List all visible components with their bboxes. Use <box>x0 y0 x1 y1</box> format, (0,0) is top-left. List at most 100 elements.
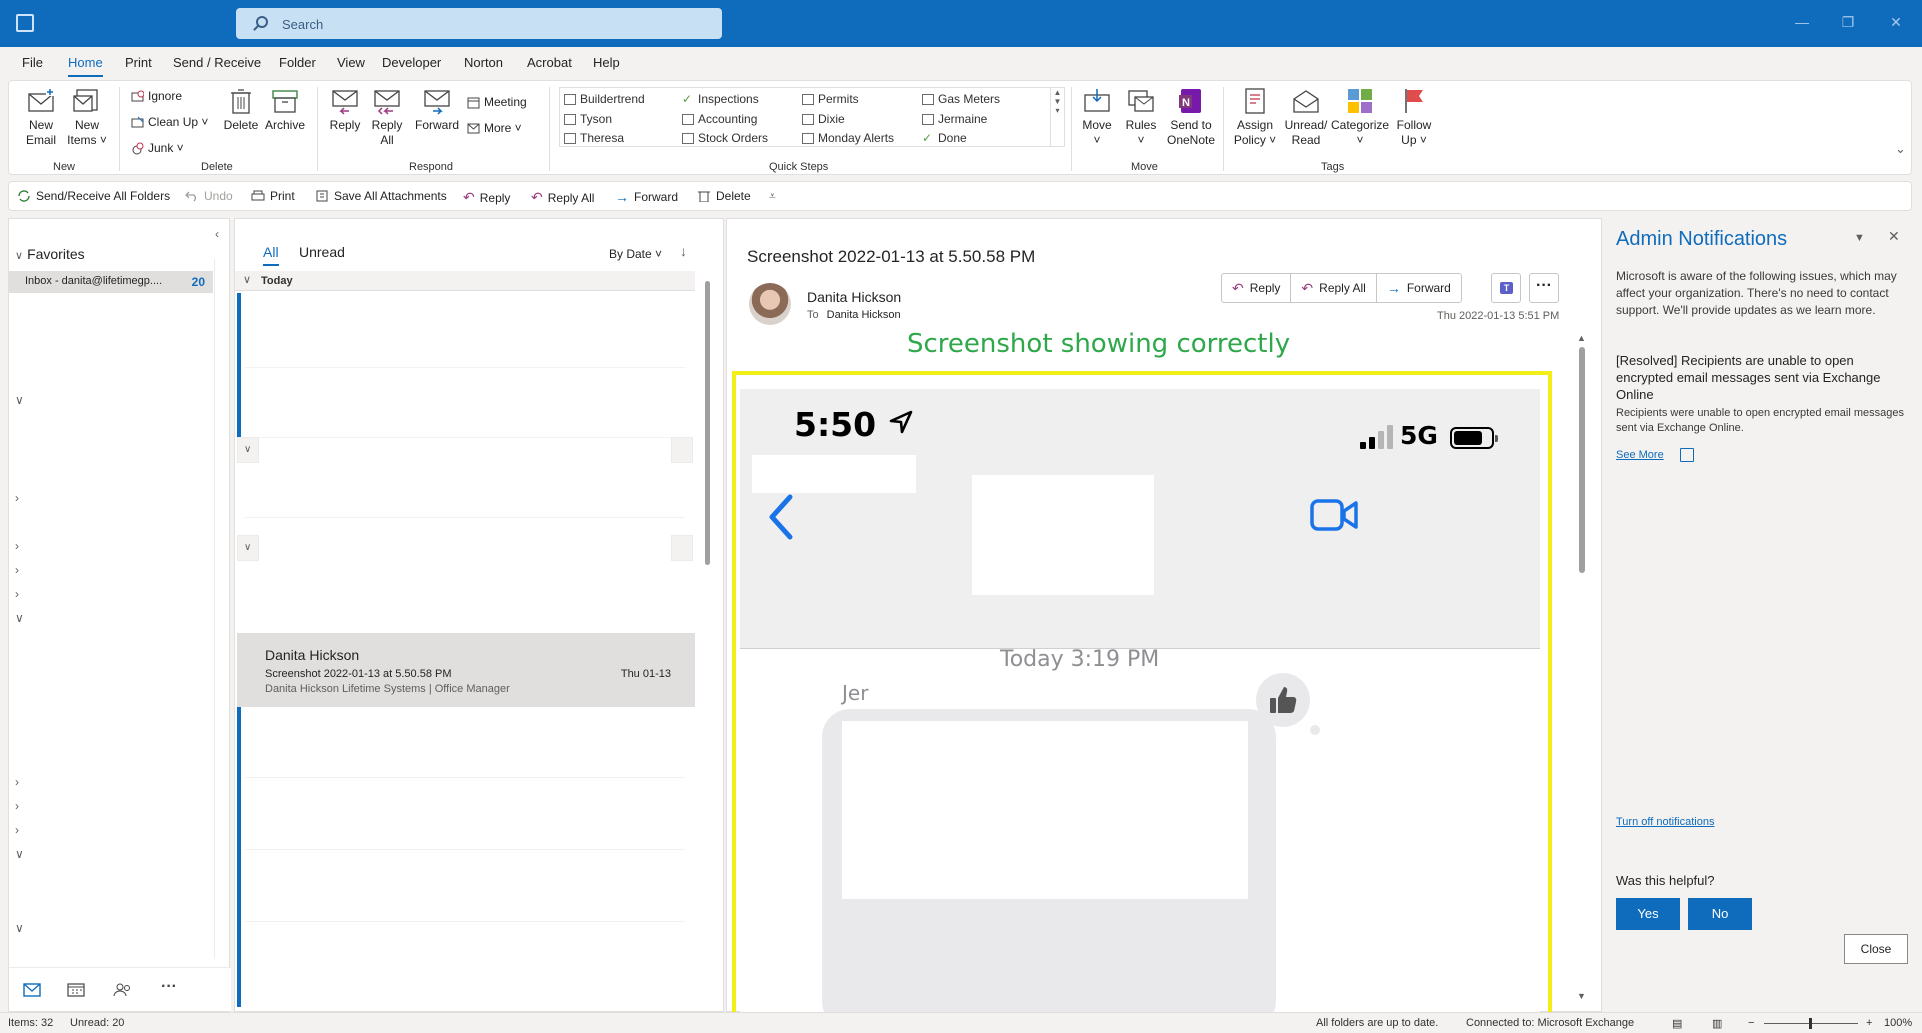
message-row-selected[interactable]: Danita Hickson Screenshot 2022-01-13 at … <box>237 633 695 707</box>
chevron-down-icon[interactable]: ∨ <box>15 921 24 935</box>
close-button[interactable]: Close <box>1844 934 1908 964</box>
save-all-attachments-button[interactable]: Save All Attachments <box>315 189 447 203</box>
normal-view-icon[interactable]: ▤ <box>1672 1017 1682 1030</box>
favorites-header[interactable]: ∨ Favorites <box>15 246 85 262</box>
chevron-right-icon[interactable]: › <box>15 539 19 553</box>
reading-pane-scrollbar[interactable]: ▲ ▼ <box>1577 333 1587 1005</box>
zoom-out-icon[interactable]: − <box>1748 1017 1754 1029</box>
reading-forward-button[interactable]: → Forward <box>1377 274 1461 302</box>
undo-button[interactable]: Undo <box>185 189 233 203</box>
quick-step-dixie[interactable]: Dixie <box>802 112 845 126</box>
thread-expander[interactable] <box>671 535 693 561</box>
toolbar-reply-button[interactable]: ↶ Reply <box>463 189 510 206</box>
meeting-button[interactable]: Meeting <box>467 95 527 109</box>
ribbon-forward-button[interactable]: Forward <box>413 87 461 133</box>
move-button[interactable]: Move ˅ <box>1077 87 1117 148</box>
toolbar-delete-button[interactable]: Delete <box>697 189 751 203</box>
chevron-down-icon[interactable]: ∨ <box>15 611 24 625</box>
sort-direction-icon[interactable]: ↓ <box>680 243 687 259</box>
tab-file[interactable]: File <box>22 55 43 70</box>
minimize-icon[interactable]: — <box>1794 14 1810 30</box>
close-window-icon[interactable]: ✕ <box>1888 14 1904 30</box>
send-to-onenote-button[interactable]: N Send to OneNote <box>1165 87 1217 148</box>
chevron-down-icon[interactable]: ∨ <box>15 393 24 407</box>
scrollbar-thumb[interactable] <box>1579 347 1585 573</box>
clean-up-button[interactable]: Clean Up ˅ <box>131 115 208 129</box>
rules-button[interactable]: Rules ˅ <box>1121 87 1161 148</box>
quick-step-done[interactable]: ✓ Done <box>922 131 967 145</box>
reading-view-icon[interactable]: ▥ <box>1712 1017 1722 1030</box>
quick-step-inspections[interactable]: ✓ Inspections <box>682 92 759 106</box>
quick-steps-scroll[interactable]: ▲ ▼ ▾ <box>1051 87 1065 147</box>
print-button[interactable]: Print <box>251 189 295 203</box>
new-email-button[interactable]: New Email <box>23 87 59 148</box>
embedded-phone-screenshot[interactable]: 5:50 5G Today 3:19 PM Jer <box>740 389 1540 1021</box>
scroll-down-icon[interactable]: ▼ <box>1577 991 1586 1001</box>
follow-up-button[interactable]: Follow Up ˅ <box>1393 87 1435 148</box>
recipient-name[interactable]: Danita Hickson <box>827 309 901 321</box>
teams-button[interactable]: T <box>1491 273 1521 303</box>
quick-step-tyson[interactable]: Tyson <box>564 112 612 126</box>
mail-icon[interactable] <box>23 983 41 997</box>
tab-view[interactable]: View <box>337 55 365 70</box>
chevron-right-icon[interactable]: › <box>15 563 19 577</box>
group-header-today[interactable]: ∨ Today <box>235 271 695 291</box>
pane-options-icon[interactable]: ▼ <box>1854 232 1865 244</box>
categorize-button[interactable]: Categorize ˅ <box>1331 87 1389 148</box>
more-apps-icon[interactable]: ··· <box>161 978 179 995</box>
chevron-right-icon[interactable]: › <box>15 823 19 837</box>
collapse-folder-pane-icon[interactable]: ‹ <box>215 227 219 241</box>
no-button[interactable]: No <box>1688 898 1752 930</box>
ribbon-reply-all-button[interactable]: Reply All <box>369 87 405 148</box>
maximize-icon[interactable]: ❐ <box>1840 14 1856 30</box>
avatar[interactable] <box>749 283 791 325</box>
tab-home[interactable]: Home <box>68 55 103 77</box>
thread-expander[interactable]: ∨ <box>237 535 259 561</box>
sort-by-date-dropdown[interactable]: By Date ˅ <box>609 247 662 261</box>
tab-send-receive[interactable]: Send / Receive <box>173 55 261 70</box>
tab-acrobat[interactable]: Acrobat <box>527 55 572 70</box>
archive-button[interactable]: Archive <box>263 87 307 133</box>
more-actions-button[interactable]: ··· <box>1529 273 1559 303</box>
search-box[interactable]: Search <box>236 8 722 39</box>
close-pane-icon[interactable]: ✕ <box>1888 228 1900 245</box>
chevron-right-icon[interactable]: › <box>15 775 19 789</box>
quick-step-theresa[interactable]: Theresa <box>564 131 624 145</box>
thread-expander[interactable] <box>671 437 693 463</box>
yes-button[interactable]: Yes <box>1616 898 1680 930</box>
chevron-right-icon[interactable]: › <box>15 799 19 813</box>
quick-step-buildertrend[interactable]: Buildertrend <box>564 92 645 106</box>
reading-reply-all-button[interactable]: ↶ Reply All <box>1291 274 1377 302</box>
tab-developer[interactable]: Developer <box>382 55 441 70</box>
filter-tab-unread[interactable]: Unread <box>299 244 345 260</box>
quick-step-gas-meters[interactable]: Gas Meters <box>922 92 1000 106</box>
toolbar-reply-all-button[interactable]: ↶ Reply All <box>531 189 594 206</box>
external-link-icon[interactable] <box>1680 448 1694 462</box>
more-respond-button[interactable]: More ˅ <box>467 121 522 135</box>
tab-norton[interactable]: Norton <box>464 55 503 70</box>
send-receive-all-button[interactable]: Send/Receive All Folders <box>17 189 170 203</box>
scrollbar-thumb[interactable] <box>705 281 710 565</box>
collapse-ribbon-icon[interactable]: ⌄ <box>1895 141 1906 157</box>
quick-step-stock-orders[interactable]: Stock Orders <box>682 131 768 145</box>
toolbar-forward-button[interactable]: → Forward <box>615 189 678 205</box>
quick-step-permits[interactable]: Permits <box>802 92 859 106</box>
tab-help[interactable]: Help <box>593 55 620 70</box>
unread-read-button[interactable]: Unread/ Read <box>1283 87 1329 148</box>
filter-tab-all[interactable]: All <box>263 244 279 266</box>
email-sender[interactable]: Danita Hickson <box>807 289 901 305</box>
scroll-up-icon[interactable]: ▲ <box>1577 333 1586 343</box>
people-icon[interactable] <box>113 983 131 997</box>
tab-folder[interactable]: Folder <box>279 55 316 70</box>
quick-step-jermaine[interactable]: Jermaine <box>922 112 987 126</box>
junk-button[interactable]: Junk ˅ <box>131 141 184 155</box>
tab-print[interactable]: Print <box>125 55 152 70</box>
reading-reply-button[interactable]: ↶ Reply <box>1222 274 1292 302</box>
thread-expander[interactable]: ∨ <box>237 437 259 463</box>
turn-off-notifications-link[interactable]: Turn off notifications <box>1616 816 1714 828</box>
customize-toolbar-icon[interactable]: ⩡ <box>769 189 776 204</box>
ribbon-reply-button[interactable]: Reply <box>327 87 363 133</box>
assign-policy-button[interactable]: Assign Policy ˅ <box>1231 87 1279 148</box>
delete-button[interactable]: Delete <box>221 87 261 133</box>
chevron-right-icon[interactable]: › <box>15 491 19 505</box>
